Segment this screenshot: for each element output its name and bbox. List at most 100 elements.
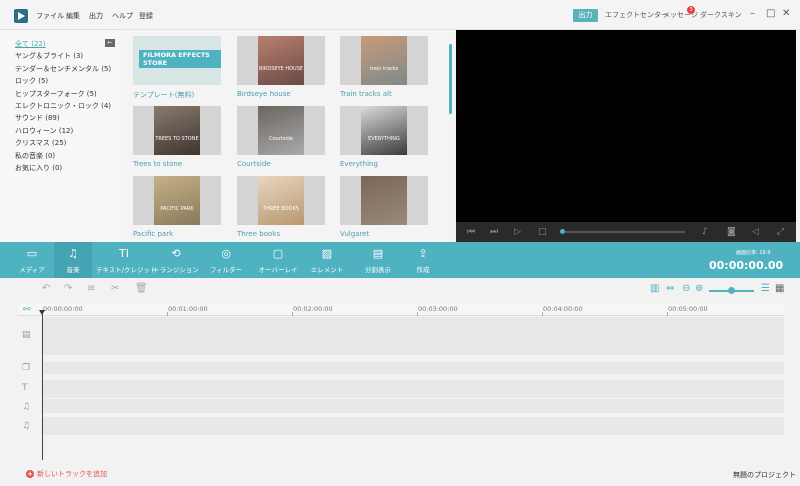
zoom-slider-handle[interactable] (728, 287, 735, 294)
library-thumbnail[interactable]: PACIFIC PARK (133, 176, 221, 225)
fullscreen-icon[interactable]: ⤢ (777, 227, 784, 237)
text-icon: TI (119, 247, 129, 260)
library-thumbnail[interactable]: TREES TO STONE (133, 106, 221, 155)
toolbar-label: トランジション (153, 266, 199, 274)
library-thumbnail[interactable]: THREE BOOKS (237, 176, 325, 225)
skip-back-icon[interactable]: ⏮ (467, 227, 475, 237)
ruler-tick (667, 312, 668, 316)
library-item-title: Vulgaret (340, 230, 370, 238)
library-scrollbar[interactable] (449, 44, 452, 114)
toolbar-transition[interactable]: ⟲ トランジション (152, 242, 200, 278)
category-item[interactable]: ハロウィーン (12) (15, 126, 73, 136)
microphone-icon[interactable]: ♪ (702, 227, 708, 237)
ruler-tick (417, 312, 418, 316)
library-thumbnail[interactable]: EVERYTHING (340, 106, 428, 155)
library-thumbnail[interactable]: train tracks (340, 36, 428, 85)
list-view-icon[interactable]: ☰ (761, 283, 770, 294)
category-item[interactable]: エレクトロニック・ロック (4) (15, 101, 111, 111)
export-button[interactable]: 出力 (573, 9, 598, 22)
delete-icon[interactable]: 🗑 (135, 283, 148, 294)
category-item[interactable]: クリスマス (25) (15, 138, 66, 148)
grid-view-icon[interactable]: ▦ (775, 283, 784, 294)
redo-icon[interactable]: ↷ (64, 283, 72, 294)
undo-icon[interactable]: ↶ (42, 283, 50, 294)
cut-icon[interactable]: ✂ (111, 283, 119, 294)
link-icon[interactable]: ⚯ (23, 305, 31, 315)
library-item[interactable]: train tracks Train tracks alt (340, 36, 428, 100)
toolbar-folder[interactable]: ▭ メディア (12, 242, 52, 278)
music-track-1[interactable] (42, 399, 784, 413)
dark-skin-button[interactable]: ダークスキン (700, 10, 742, 20)
collapse-panel-icon[interactable]: ← (105, 39, 115, 47)
category-item[interactable]: お気に入り (0) (15, 163, 62, 173)
library-item[interactable]: FILMORA EFFECTS STORE テンプレート(無料) (133, 36, 221, 100)
text-track-icon: T (22, 383, 28, 393)
library-item[interactable]: Courtside Courtside (237, 106, 325, 170)
toolbar-split[interactable]: ▤ 分割表示 (357, 242, 399, 278)
music-track-2-icon: ♫ (22, 421, 31, 431)
toolbar-text[interactable]: TI テキスト/クレジット (96, 242, 157, 278)
music-track-2[interactable] (42, 417, 784, 435)
zoom-in-icon[interactable]: ⊕ (695, 283, 703, 294)
app-logo-icon (14, 9, 28, 23)
category-item[interactable]: 全て (22) (15, 39, 46, 49)
text-track[interactable] (42, 380, 784, 398)
minimize-icon[interactable]: – (750, 8, 755, 19)
menu-file[interactable]: ファイル (36, 11, 64, 21)
library-item[interactable]: TREES TO STONE Trees to stone (133, 106, 221, 170)
menu-export[interactable]: 出力 (89, 11, 103, 21)
video-track[interactable] (42, 317, 784, 355)
category-item[interactable]: 私の音楽 (0) (15, 151, 55, 161)
volume-icon[interactable]: ◁ (752, 227, 759, 237)
category-item[interactable]: ヤング＆ブライト (3) (15, 51, 83, 61)
library-item[interactable]: Vulgaret (340, 176, 428, 240)
toolbar-music[interactable]: ♫ 音楽 (54, 242, 92, 278)
close-icon[interactable]: ✕ (782, 8, 790, 19)
toolbar-filter[interactable]: ◎ フィルター (204, 242, 248, 278)
library-item[interactable]: BIRDSEYE HOUSE Birdseye house (237, 36, 325, 100)
seek-bar[interactable] (561, 231, 685, 233)
effect-center-button[interactable]: エフェクトセンター (605, 10, 668, 20)
ruler-label: 00:02:00:00 (293, 305, 333, 313)
maximize-icon[interactable]: □ (766, 8, 775, 19)
seek-handle[interactable] (560, 229, 565, 234)
skip-forward-icon[interactable]: ⏭ (490, 227, 498, 237)
category-item[interactable]: テンダー＆センチメンタル (5) (15, 64, 111, 74)
category-item[interactable]: ロック (5) (15, 76, 48, 86)
library-thumbnail[interactable]: FILMORA EFFECTS STORE (133, 36, 221, 85)
menu-edit[interactable]: 編集 (66, 11, 80, 21)
library-thumbnail[interactable]: BIRDSEYE HOUSE (237, 36, 325, 85)
playhead[interactable] (39, 310, 45, 460)
library-item[interactable]: PACIFIC PARK Pacific park (133, 176, 221, 240)
audio-mixer-icon[interactable]: ▥ (650, 283, 659, 294)
overlay-track[interactable] (42, 362, 784, 374)
folder-icon: ▭ (26, 247, 38, 260)
ruler-label: 00:03:00:00 (418, 305, 458, 313)
library-item[interactable]: THREE BOOKS Three books (237, 176, 325, 240)
adjust-icon[interactable]: ≡ (87, 283, 95, 294)
toolbar-export[interactable]: ⇪ 作成 (403, 242, 443, 278)
ruler-label: 00:00:00:00 (43, 305, 83, 313)
stop-icon[interactable]: □ (538, 227, 547, 237)
thumbnail-photo: PACIFIC PARK (154, 176, 200, 225)
snapshot-icon[interactable]: ◙ (727, 227, 736, 237)
toolbar-label: メディア (19, 266, 45, 274)
toolbar-element[interactable]: ▨ エレメント (304, 242, 350, 278)
library-item-title: Train tracks alt (340, 90, 392, 98)
library-thumbnail[interactable] (340, 176, 428, 225)
toolbar-overlay[interactable]: ▢ オーバーレイ (253, 242, 303, 278)
add-track-button[interactable]: + 新しいトラックを追加 (26, 469, 107, 479)
library-item-title: テンプレート(無料) (133, 91, 195, 99)
zoom-out-icon[interactable]: ⊖ (682, 283, 690, 294)
library-thumbnail[interactable]: Courtside (237, 106, 325, 155)
library-item[interactable]: EVERYTHING Everything (340, 106, 428, 170)
toolbar-label: フィルター (209, 266, 243, 274)
timecode-display: 00:00:00.00 (709, 259, 784, 272)
menu-help[interactable]: ヘルプ (112, 11, 133, 21)
menu-register[interactable]: 登録 (139, 11, 153, 21)
category-item[interactable]: ヒップスターフォーク (5) (15, 89, 97, 99)
play-icon[interactable]: ▷ (514, 227, 521, 237)
category-item[interactable]: サウンド (89) (15, 113, 60, 123)
project-name: 無題のプロジェクト (733, 471, 796, 479)
fit-timeline-icon[interactable]: ⇔ (666, 283, 674, 294)
